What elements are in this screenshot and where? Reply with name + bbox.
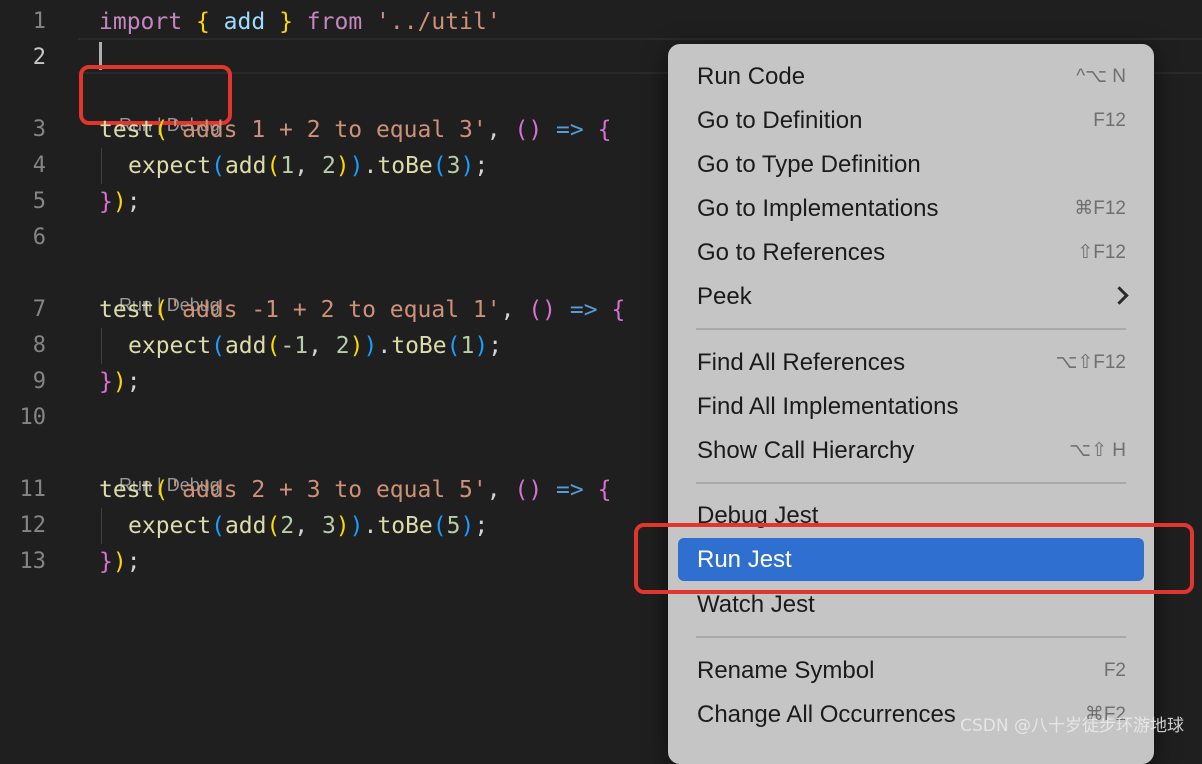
code-text[interactable]: }); [99,544,141,580]
code-line-1[interactable]: 1 import { add } from '../util' [0,4,1202,40]
menu-separator [696,328,1126,330]
indent-guide [101,508,102,544]
menu-item-rename-symbol[interactable]: Rename Symbol F2 [678,651,1144,691]
code-text[interactable]: test('adds -1 + 2 to equal 1', () => { [99,292,625,328]
line-number: 10 [19,405,47,430]
shortcut-label: F12 [1093,110,1126,131]
line-number: 8 [32,333,46,358]
line-number: 11 [19,477,47,502]
code-text[interactable]: }); [99,364,141,400]
line-number: 6 [32,225,46,250]
menu-item-go-to-implementations[interactable]: Go to Implementations ⌘F12 [678,189,1144,229]
menu-item-show-call-hierarchy[interactable]: Show Call Hierarchy ⌥⇧ H [678,431,1144,471]
line-number: 3 [32,117,46,142]
code-lens: Run | Debug [119,475,220,495]
code-text[interactable]: test('adds 2 + 3 to equal 5', () => { [99,472,611,508]
menu-item-go-to-definition[interactable]: Go to Definition F12 [678,101,1144,141]
indent-guide [101,148,102,184]
menu-item-go-to-references[interactable]: Go to References ⇧F12 [678,233,1144,273]
code-text[interactable]: test('adds 1 + 2 to equal 3', () => { [99,112,611,148]
shortcut-label: ⌥⇧F12 [1055,352,1126,373]
code-text[interactable]: }); [99,184,141,220]
highlight-box-run-jest [634,523,1194,594]
menu-separator [696,482,1126,484]
menu-item-find-all-references[interactable]: Find All References ⌥⇧F12 [678,343,1144,383]
indent-guide [101,328,102,364]
code-text[interactable]: expect(add(2, 3)).toBe(5); [128,508,488,544]
context-menu: Run Code ^⌥ N Go to Definition F12 Go to… [668,44,1154,764]
watermark: CSDN @八十岁徒步环游地球 [960,716,1184,736]
line-number: 5 [32,189,46,214]
shortcut-label: ^⌥ N [1076,66,1126,87]
shortcut-label: F2 [1103,660,1126,681]
menu-item-find-all-implementations[interactable]: Find All Implementations [678,387,1144,427]
menu-item-peek[interactable]: Peek [678,277,1144,317]
code-text[interactable]: import { add } from '../util' [99,4,501,40]
line-number: 4 [32,153,46,178]
shortcut-label: ⌥⇧ H [1069,440,1126,461]
shortcut-label: ⌘F12 [1074,198,1126,219]
line-number: 9 [32,369,46,394]
chevron-right-icon [1110,286,1129,305]
menu-item-go-to-type-definition[interactable]: Go to Type Definition [678,145,1144,185]
code-text[interactable]: expect(add(-1, 2)).toBe(1); [128,328,502,364]
line-number: 1 [32,9,46,34]
line-number: 7 [32,297,46,322]
line-number: 13 [19,549,47,574]
menu-item-run-code[interactable]: Run Code ^⌥ N [678,57,1144,97]
code-lens: Run | Debug [119,295,220,315]
line-number: 12 [19,513,47,538]
line-number: 2 [32,45,46,70]
shortcut-label: ⇧F12 [1077,242,1126,263]
menu-separator [696,636,1126,638]
code-text[interactable]: expect(add(1, 2)).toBe(3); [128,148,488,184]
